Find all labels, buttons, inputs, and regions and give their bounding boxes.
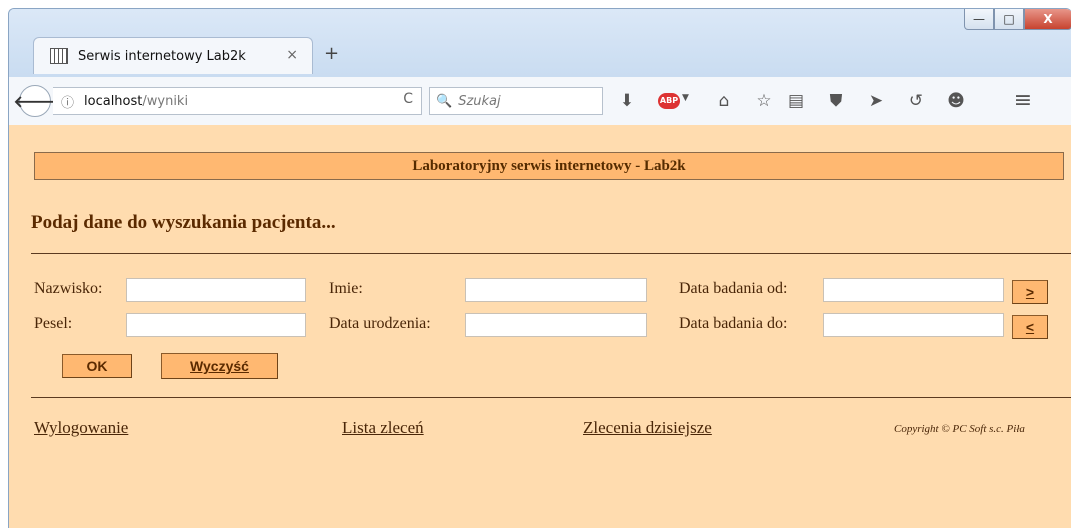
data-od-label: Data badania od: <box>679 280 788 297</box>
menu-icon[interactable]: ≡ <box>1011 90 1035 112</box>
pesel-label: Pesel: <box>34 315 73 332</box>
bookmark-star-icon[interactable]: ☆ <box>752 91 776 111</box>
page-title: Podaj dane do wyszukania pacjenta... <box>31 212 336 233</box>
today-orders-link[interactable]: Zlecenia dzisiejsze <box>583 418 712 438</box>
date-from-button[interactable]: > <box>1012 280 1048 304</box>
data-od-input[interactable] <box>823 278 1004 302</box>
minimize-button[interactable]: — <box>964 9 994 30</box>
divider <box>31 397 1071 398</box>
adblock-icon[interactable]: ABP <box>658 93 680 109</box>
url-path: /wyniki <box>142 93 189 109</box>
pesel-input[interactable] <box>126 313 306 337</box>
data-urodzenia-label: Data urodzenia: <box>329 315 431 332</box>
navigation-bar: 🡐 ⓘ localhost/wyniki C 🔍 Szukaj ⬇ ABP ▼ … <box>9 77 1071 126</box>
site-banner: Laboratoryjny serwis internetowy - Lab2k <box>34 152 1064 180</box>
date-to-button[interactable]: < <box>1012 315 1048 339</box>
browser-tab[interactable]: Serwis internetowy Lab2k × <box>33 37 313 74</box>
favicon-icon <box>50 48 68 64</box>
search-placeholder: Szukaj <box>458 93 501 109</box>
pocket-icon[interactable]: ⛊ <box>824 91 848 111</box>
data-urodzenia-input[interactable] <box>465 313 647 337</box>
page-content: Laboratoryjny serwis internetowy - Lab2k… <box>9 125 1071 528</box>
tab-title: Serwis internetowy Lab2k <box>78 48 246 64</box>
chevron-down-icon[interactable]: ▼ <box>682 93 689 103</box>
send-icon[interactable]: ➤ <box>864 91 888 111</box>
download-icon[interactable]: ⬇ <box>615 91 639 111</box>
close-window-button[interactable]: X <box>1024 9 1071 30</box>
tab-close-icon[interactable]: × <box>286 47 298 63</box>
search-input[interactable]: 🔍 Szukaj <box>429 87 603 115</box>
window-controls: — □ X <box>964 9 1071 31</box>
title-bar: — □ X Serwis internetowy Lab2k × + <box>9 9 1071 77</box>
divider <box>31 253 1071 254</box>
search-icon: 🔍 <box>436 93 453 109</box>
ok-button[interactable]: OK <box>62 354 132 378</box>
url-host: localhost <box>84 93 143 109</box>
data-do-input[interactable] <box>823 313 1004 337</box>
reader-list-icon[interactable]: ▤ <box>784 91 808 111</box>
imie-label: Imie: <box>329 280 363 297</box>
home-icon[interactable]: ⌂ <box>712 91 736 111</box>
smile-icon[interactable]: ☻ <box>944 91 968 111</box>
nazwisko-label: Nazwisko: <box>34 280 103 297</box>
back-icon[interactable]: 🡐 <box>14 85 56 117</box>
orders-link[interactable]: Lista zleceń <box>342 418 424 438</box>
browser-window: — □ X Serwis internetowy Lab2k × + 🡐 ⓘ l… <box>8 8 1071 528</box>
maximize-button[interactable]: □ <box>994 9 1024 30</box>
new-tab-button[interactable]: + <box>324 43 339 64</box>
logout-link[interactable]: Wylogowanie <box>34 418 128 438</box>
info-icon[interactable]: ⓘ <box>61 92 74 111</box>
data-do-label: Data badania do: <box>679 315 788 332</box>
url-bar[interactable]: ⓘ localhost/wyniki C <box>53 87 422 115</box>
clear-button[interactable]: Wyczyść <box>161 353 278 379</box>
nazwisko-input[interactable] <box>126 278 306 302</box>
banner-title: Laboratoryjny serwis internetowy - Lab2k <box>412 157 686 174</box>
history-icon[interactable]: ↺ <box>904 91 928 111</box>
reload-icon[interactable]: C <box>403 91 413 107</box>
imie-input[interactable] <box>465 278 647 302</box>
copyright: Copyright © PC Soft s.c. Piła <box>894 423 1025 435</box>
